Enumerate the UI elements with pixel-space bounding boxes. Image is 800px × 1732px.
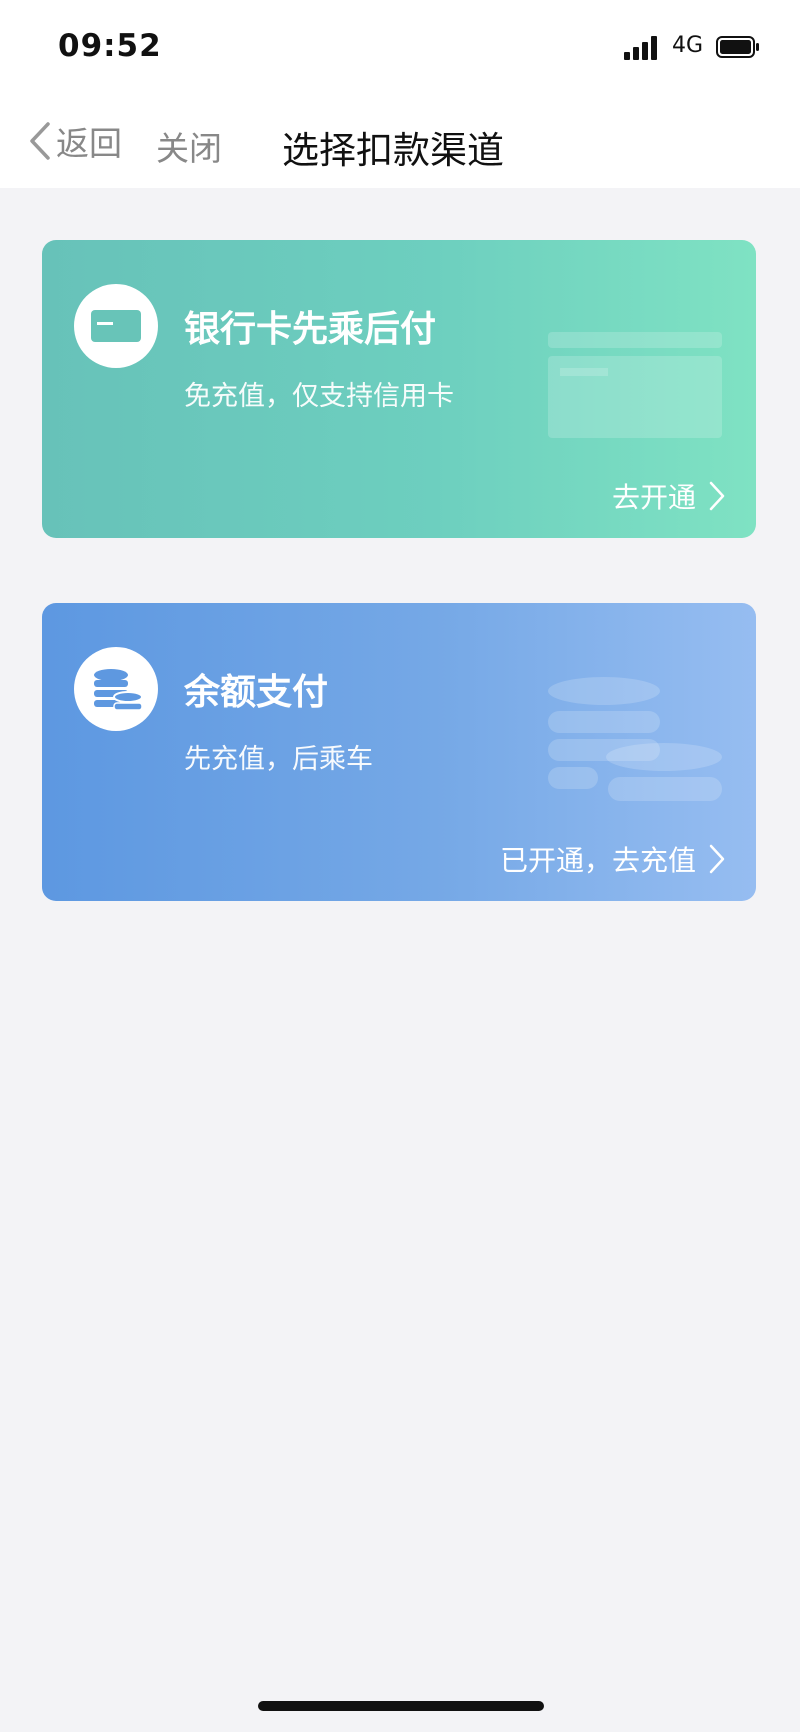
back-button[interactable]: 返回 [28,116,122,166]
nav-bar: 返回 关闭 选择扣款渠道 [0,98,800,188]
credit-card-icon [74,284,158,368]
card-action[interactable]: 已开通，去充值 [500,839,726,879]
coins-icon [74,647,158,731]
home-indicator[interactable] [258,1701,544,1711]
card-subtitle: 先充值，后乘车 [184,744,373,775]
chevron-right-icon [709,481,725,511]
battery-icon [716,36,760,58]
status-time: 09:52 [58,28,162,64]
bank-card-option[interactable]: 银行卡先乘后付 免充值，仅支持信用卡 去开通 [42,240,756,538]
card-action-label: 去开通 [611,481,696,514]
card-title: 余额支付 [184,672,329,713]
credit-card-watermark-icon [548,332,722,438]
signal-icon [624,36,664,60]
chevron-left-icon [30,122,50,160]
coins-watermark-icon [548,677,722,801]
page-title: 选择扣款渠道 [282,129,504,172]
back-label: 返回 [56,124,122,163]
card-action-label: 已开通，去充值 [499,844,696,877]
chevron-right-icon [709,844,725,874]
status-bar: 09:52 4G [0,0,800,98]
balance-payment-option[interactable]: 余额支付 先充值，后乘车 已开通，去充值 [42,603,756,901]
card-title: 银行卡先乘后付 [184,309,437,350]
card-action[interactable]: 去开通 [612,476,726,516]
network-type: 4G [672,33,704,58]
close-button[interactable]: 关闭 [156,122,222,170]
card-subtitle: 免充值，仅支持信用卡 [184,381,454,412]
